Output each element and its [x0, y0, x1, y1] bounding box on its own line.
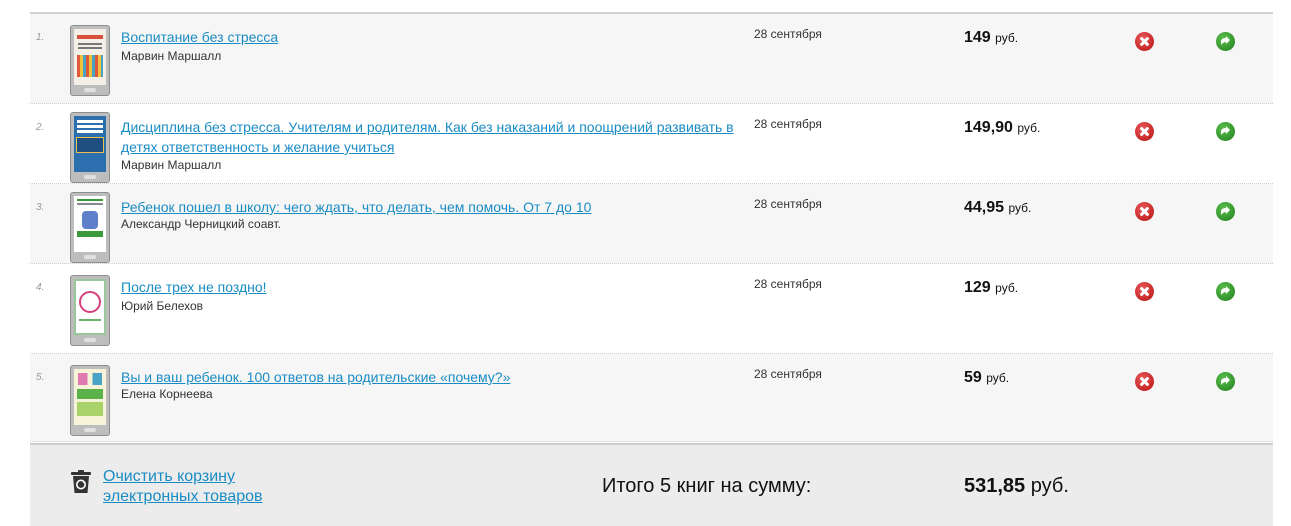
purchase-date: 28 сентября [754, 277, 822, 291]
book-title-link[interactable]: Дисциплина без стресса. Учителям и родит… [121, 117, 757, 157]
purchase-date: 28 сентября [754, 117, 822, 131]
ebook-reader-icon[interactable] [70, 192, 110, 263]
book-price: 129 руб. [964, 279, 1019, 296]
book-price: 59 руб. [964, 369, 1010, 386]
total-value: 531,85 руб. [964, 475, 1069, 497]
clear-cart-link[interactable]: Очистить корзину электронных товаров [103, 467, 303, 507]
ebook-reader-icon[interactable] [70, 365, 110, 436]
forward-icon[interactable] [1216, 282, 1235, 301]
row-number: 3. [36, 202, 45, 213]
book-title-link[interactable]: Ребенок пошел в школу: чего ждать, что д… [121, 197, 757, 217]
book-title-link[interactable]: После трех не поздно! [121, 277, 757, 297]
cart-row: 3. Ребенок пошел в школу: чего ждать, чт… [30, 184, 1273, 264]
row-number: 1. [36, 32, 45, 43]
purchase-date: 28 сентября [754, 197, 822, 211]
cart-row: 2. Дисциплина без стресса. Учителям и ро… [30, 104, 1273, 184]
book-author: Юрий Белехов [121, 299, 204, 313]
purchase-date: 28 сентября [754, 27, 822, 41]
book-author: Елена Корнеева [121, 387, 213, 401]
forward-icon[interactable] [1216, 32, 1235, 51]
book-author: Марвин Маршалл [121, 49, 222, 63]
book-price: 44,95 руб. [964, 199, 1032, 216]
book-price: 149 руб. [964, 29, 1019, 46]
total-label: Итого 5 книг на сумму: [602, 475, 812, 497]
cart-row: 1. Воспитание без стресса Марвин Маршалл… [30, 14, 1273, 104]
purchase-date: 28 сентября [754, 367, 822, 381]
delete-icon[interactable] [1135, 122, 1154, 141]
ebook-reader-icon[interactable] [70, 112, 110, 183]
row-number: 5. [36, 372, 45, 383]
forward-icon[interactable] [1216, 372, 1235, 391]
ebook-reader-icon[interactable] [70, 25, 110, 96]
cart-row: 5. Вы и ваш ребенок. 100 ответов на роди… [30, 354, 1273, 442]
forward-icon[interactable] [1216, 202, 1235, 221]
delete-icon[interactable] [1135, 282, 1154, 301]
row-number: 4. [36, 282, 45, 293]
row-number: 2. [36, 122, 45, 133]
book-author: Марвин Маршалл [121, 158, 222, 172]
delete-icon[interactable] [1135, 32, 1154, 51]
book-title-link[interactable]: Вы и ваш ребенок. 100 ответов на родител… [121, 367, 757, 387]
cart-table: 1. Воспитание без стресса Марвин Маршалл… [30, 12, 1273, 442]
delete-icon[interactable] [1135, 372, 1154, 391]
book-title-link[interactable]: Воспитание без стресса [121, 27, 757, 47]
recycle-bin-icon[interactable] [70, 470, 92, 494]
cart-footer: Очистить корзину электронных товаров Итог… [30, 443, 1273, 526]
delete-icon[interactable] [1135, 202, 1154, 221]
book-author: Александр Черницкий соавт. [121, 217, 282, 231]
cart-row: 4. После трех не поздно! Юрий Белехов 28… [30, 264, 1273, 354]
book-price: 149,90 руб. [964, 119, 1041, 136]
forward-icon[interactable] [1216, 122, 1235, 141]
ebook-reader-icon[interactable] [70, 275, 110, 346]
